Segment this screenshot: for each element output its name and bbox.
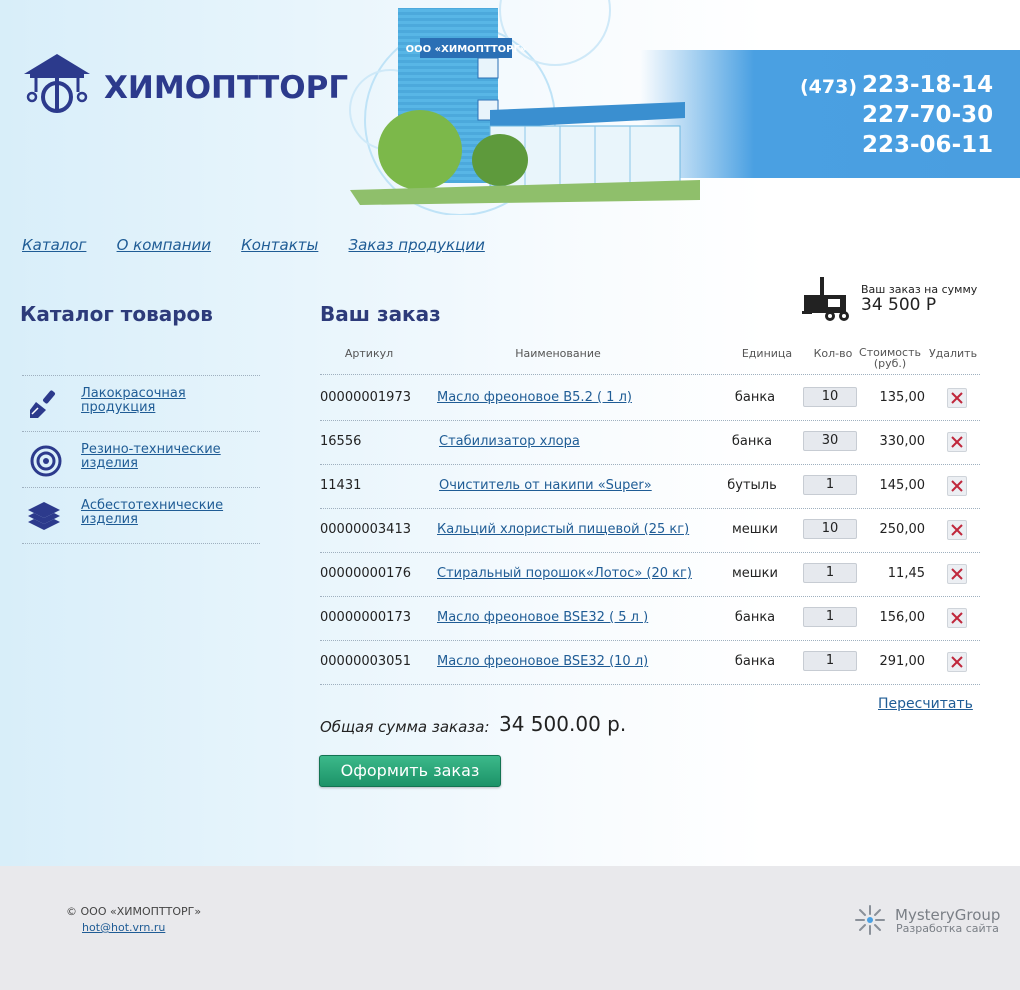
col-qty: Кол-во <box>813 347 853 360</box>
row-cost: 145,00 <box>879 478 926 493</box>
row-cost: 156,00 <box>879 610 926 625</box>
row-unit: бутыль <box>727 478 777 493</box>
row-cost: 135,00 <box>879 390 926 405</box>
sidebar-list: Лакокрасочная продукция Резино-техническ… <box>22 375 260 544</box>
row-delete-button[interactable] <box>947 432 967 452</box>
row-delete-button[interactable] <box>947 388 967 408</box>
sidebar-item-label[interactable]: Лакокрасочная продукция <box>81 387 251 415</box>
delete-x-icon <box>951 524 963 536</box>
order-title: Ваш заказ <box>320 302 441 326</box>
sidebar-item-label[interactable]: Резино-технические изделия <box>81 443 251 471</box>
row-article: 00000000176 <box>320 566 411 581</box>
layers-icon <box>28 502 60 530</box>
row-quantity-input[interactable]: 1 <box>803 651 857 671</box>
checkout-button[interactable]: Оформить заказ <box>319 755 501 787</box>
phone-number-2[interactable]: 227-70-30 <box>862 102 993 128</box>
row-product-link[interactable]: Масло фреоновое BSE32 ( 5 л ) <box>437 610 648 625</box>
row-unit: мешки <box>731 566 778 581</box>
recalculate-link[interactable]: Пересчитать <box>878 696 973 712</box>
row-quantity-input[interactable]: 10 <box>803 519 857 539</box>
row-quantity-input[interactable]: 10 <box>803 387 857 407</box>
row-delete-button[interactable] <box>947 476 967 496</box>
nav-catalog[interactable]: Каталог <box>22 236 86 254</box>
total-label: Общая сумма заказа: <box>320 718 490 736</box>
row-quantity-input[interactable]: 1 <box>803 475 857 495</box>
phone-number-1[interactable]: 223-18-14 <box>862 72 993 98</box>
col-cost: Стоимость (руб.) <box>859 346 921 370</box>
row-cost: 330,00 <box>879 434 926 449</box>
row-article: 00000001973 <box>320 390 411 405</box>
row-quantity-input[interactable]: 1 <box>803 607 857 627</box>
phone-code: (473) <box>800 76 858 98</box>
row-delete-button[interactable] <box>947 564 967 584</box>
row-product-link[interactable]: Кальций хлористый пищевой (25 кг) <box>437 522 689 537</box>
row-unit: банка <box>731 434 773 449</box>
row-unit: мешки <box>731 522 778 537</box>
rubber-hose-icon <box>30 445 62 477</box>
delete-x-icon <box>951 612 963 624</box>
row-delete-button[interactable] <box>947 652 967 672</box>
col-name: Наименование <box>515 347 601 360</box>
row-product-link[interactable]: Масло фреоновое BSE32 (10 л) <box>437 654 648 669</box>
developer-subtitle: Разработка сайта <box>896 922 999 935</box>
table-row: 00000003413 Кальций хлористый пищевой (25… <box>320 508 980 553</box>
row-delete-button[interactable] <box>947 520 967 540</box>
table-row: 16556 Стабилизатор хлора банка 30 330,00 <box>320 420 980 465</box>
nav-order[interactable]: Заказ продукции <box>349 236 485 254</box>
col-article: Артикул <box>344 347 394 360</box>
row-product-link[interactable]: Стабилизатор хлора <box>439 434 580 449</box>
col-delete: Удалить <box>928 347 978 360</box>
sidebar-item-rubber[interactable]: Резино-технические изделия <box>22 431 260 487</box>
sidebar-item-paint[interactable]: Лакокрасочная продукция <box>22 375 260 431</box>
col-unit: Единица <box>741 347 793 360</box>
row-article: 00000003051 <box>320 654 411 669</box>
office-building-image: ООО «ХИМОПТТОРГ» <box>349 0 700 215</box>
delete-x-icon <box>951 480 963 492</box>
sidebar-item-label[interactable]: Асбестотехнические изделия <box>81 499 251 527</box>
row-cost: 250,00 <box>879 522 926 537</box>
forklift-cart-icon[interactable] <box>800 273 854 323</box>
row-quantity-input[interactable]: 30 <box>803 431 857 451</box>
sidebar-item-asbestos[interactable]: Асбестотехнические изделия <box>22 487 260 544</box>
row-delete-button[interactable] <box>947 608 967 628</box>
main-nav: Каталог О компании Контакты Заказ продук… <box>22 236 511 254</box>
delete-x-icon <box>951 568 963 580</box>
phone-number-3[interactable]: 223-06-11 <box>862 132 993 158</box>
row-cost: 11,45 <box>887 566 925 581</box>
table-header-divider <box>320 374 980 375</box>
row-article: 00000003413 <box>320 522 411 537</box>
row-product-link[interactable]: Масло фреоновое В5.2 ( 1 л) <box>437 390 632 405</box>
nav-about[interactable]: О компании <box>117 236 211 254</box>
footer-copyright: © ООО «ХИМОПТТОРГ» <box>66 905 202 918</box>
table-row: 00000000176 Стиральный порошок«Лотос» (20… <box>320 552 980 597</box>
mysterygroup-logo-icon[interactable] <box>852 902 888 938</box>
cart-sum-value: 34 500 Р <box>861 295 937 315</box>
row-article: 16556 <box>320 434 362 449</box>
table-row: 00000003051 Масло фреоновое BSE32 (10 л) б… <box>320 640 980 685</box>
row-product-link[interactable]: Стиральный порошок«Лотос» (20 кг) <box>437 566 692 581</box>
paint-brush-icon <box>30 390 55 418</box>
row-cost: 291,00 <box>879 654 926 669</box>
row-unit: банка <box>734 390 776 405</box>
row-article: 00000000173 <box>320 610 411 625</box>
delete-x-icon <box>951 656 963 668</box>
total-value: 34 500.00 р. <box>499 712 627 736</box>
company-logo-text[interactable]: ХИМОПТТОРГ <box>104 70 348 106</box>
row-unit: банка <box>734 654 776 669</box>
delete-x-icon <box>951 436 963 448</box>
row-product-link[interactable]: Очиститель от накипи «Super» <box>439 478 652 493</box>
table-row: 00000001973 Масло фреоновое В5.2 ( 1 л) ба… <box>320 376 980 421</box>
table-row: 11431 Очиститель от накипи «Super» бутыль 1… <box>320 464 980 509</box>
row-article: 11431 <box>320 478 362 493</box>
table-row: 00000000173 Масло фреоновое BSE32 ( 5 л )… <box>320 596 980 641</box>
sidebar-title: Каталог товаров <box>20 302 213 326</box>
row-quantity-input[interactable]: 1 <box>803 563 857 583</box>
footer-email[interactable]: hot@hot.vrn.ru <box>82 921 165 934</box>
delete-x-icon <box>951 392 963 404</box>
building-sign: ООО «ХИМОПТТОРГ» <box>406 44 527 55</box>
nav-contacts[interactable]: Контакты <box>241 236 318 254</box>
row-unit: банка <box>734 610 776 625</box>
